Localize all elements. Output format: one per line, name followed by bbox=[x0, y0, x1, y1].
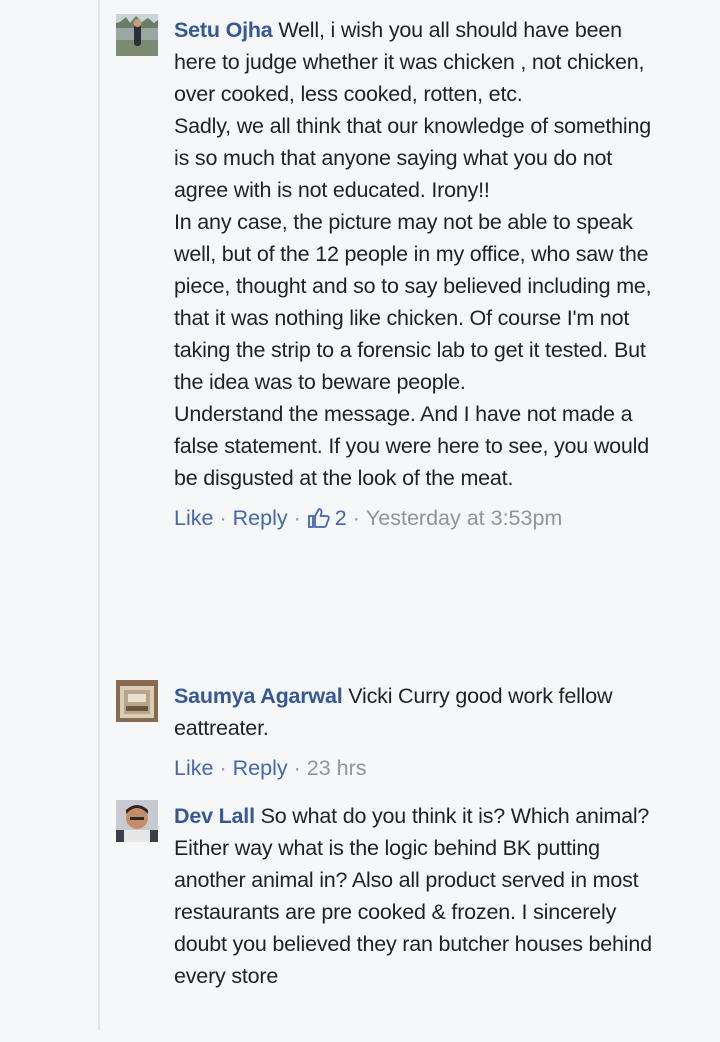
separator: · bbox=[219, 506, 227, 530]
comment-text: Saumya Agarwal Vicki Curry good work fel… bbox=[174, 680, 664, 744]
comment-actions: Like · Reply · 23 hrs bbox=[174, 752, 664, 784]
comment-actions: Like · Reply · 2 · Yesterday at 3:53pm bbox=[174, 502, 664, 534]
comment-text: Dev Lall So what do you think it is? Whi… bbox=[174, 800, 664, 992]
separator: · bbox=[293, 506, 301, 530]
comment-author[interactable]: Dev Lall bbox=[174, 804, 255, 828]
separator: · bbox=[293, 756, 301, 780]
reply-link[interactable]: Reply bbox=[233, 752, 288, 784]
like-link[interactable]: Like bbox=[174, 502, 213, 534]
comment-body: Well, i wish you all should have been he… bbox=[174, 18, 652, 490]
separator: · bbox=[352, 506, 360, 530]
thumbs-up-icon[interactable] bbox=[307, 507, 331, 529]
avatar[interactable] bbox=[116, 14, 158, 56]
avatar[interactable] bbox=[116, 800, 158, 842]
thread-line bbox=[98, 0, 100, 1030]
comment-author[interactable]: Setu Ojha bbox=[174, 18, 273, 42]
like-link[interactable]: Like bbox=[174, 752, 213, 784]
comment-author[interactable]: Saumya Agarwal bbox=[174, 684, 343, 708]
comment-body: So what do you think it is? Which animal… bbox=[174, 804, 658, 988]
reply-link[interactable]: Reply bbox=[233, 502, 288, 534]
separator: · bbox=[219, 756, 227, 780]
like-count[interactable]: 2 bbox=[335, 502, 347, 534]
comment-text: Setu Ojha Well, i wish you all should ha… bbox=[174, 14, 664, 494]
comment-timestamp[interactable]: Yesterday at 3:53pm bbox=[366, 502, 562, 534]
avatar[interactable] bbox=[116, 680, 158, 722]
comment-timestamp[interactable]: 23 hrs bbox=[307, 752, 367, 784]
